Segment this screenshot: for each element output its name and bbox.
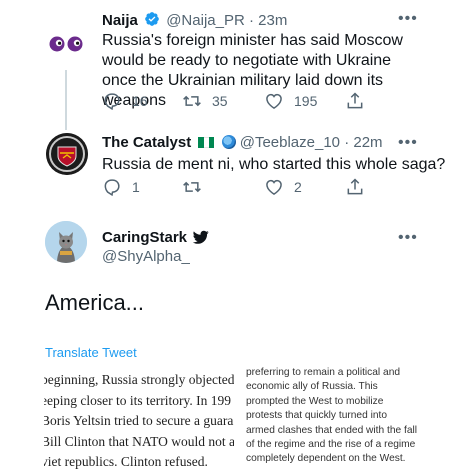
separator: · [248,12,254,29]
scan-line: prompted the West to mobilize [246,395,384,407]
timestamp[interactable]: 23m [258,12,287,29]
cat-avatar-icon [45,221,87,263]
handle[interactable]: @Teeblaze_10 [240,134,340,151]
avatar-the-catalyst[interactable] [46,133,88,175]
retweet-icon [183,95,201,107]
scan-line: preferring to remain a political and [246,367,401,378]
scan-line: Bill Clinton that NATO would not ad [44,433,234,449]
globe-icon [221,135,236,149]
avatar-caringstark[interactable] [45,221,87,263]
club-crest-icon [46,133,88,175]
share-icon [347,92,363,109]
handle[interactable]: @Naija_PR [166,12,245,29]
reply-count: 16 [132,93,148,109]
like-count: 2 [294,179,302,195]
like-button[interactable]: 2 [264,176,302,198]
display-name[interactable]: The Catalyst [102,134,191,151]
tweet-handle-row: @ShyAlpha_ [102,248,190,266]
more-options-icon[interactable]: ••• [398,135,418,151]
scan-line: economic ally of Russia. This [246,381,378,393]
tweet-actions: 1 2 [102,176,372,198]
tweet-header: CaringStark [102,229,211,247]
retweet-button[interactable]: 35 [182,90,228,112]
thread-line [65,70,67,130]
more-options-icon[interactable]: ••• [398,11,418,27]
avatar-naija[interactable] [46,24,86,64]
heart-icon [266,179,282,195]
scan-line: beginning, Russia strongly objected [44,372,234,387]
reply-icon [104,93,120,111]
scan-line: completely dependent on the West. [246,453,406,465]
display-name[interactable]: Naija [102,12,138,29]
retweet-button[interactable] [182,176,202,198]
retweet-count: 35 [212,93,228,109]
like-button[interactable]: 195 [264,90,317,112]
reply-button[interactable]: 1 [102,176,140,198]
googly-eyes-icon [49,36,83,52]
display-name[interactable]: CaringStark [102,229,187,246]
more-options-icon[interactable]: ••• [398,230,418,246]
reply-button[interactable]: 16 [102,90,148,112]
translate-tweet-link[interactable]: Translate Tweet [45,345,137,360]
reply-icon [104,179,120,197]
handle[interactable]: @ShyAlpha_ [102,248,190,265]
scan-line: of the regime and the rise of a regime [246,439,416,451]
scan-line: armed clashes that ended with the fall [246,424,418,436]
heart-icon [266,93,282,109]
like-count: 195 [294,93,318,109]
scan-line: protests that quickly turned into [246,410,388,422]
share-icon [347,178,363,195]
scan-line: Boris Yeltsin tried to secure a guara [44,413,234,428]
scanned-text-right-column: preferring to remain a political and eco… [246,366,456,467]
share-button[interactable] [345,90,365,112]
tweet-actions: 16 35 195 [102,90,372,112]
twitter-bird-icon [193,230,209,244]
tweet-the-catalyst[interactable]: The Catalyst @Teeblaze_10 · 22m ••• Russ… [0,125,474,215]
reply-count: 1 [132,179,140,195]
share-button[interactable] [345,176,365,198]
scan-line: viet republics. Clinton refused. [44,454,208,469]
separator: · [344,134,350,151]
tweet-header: Naija @Naija_PR · 23m [102,11,287,30]
tweet-header: The Catalyst @Teeblaze_10 · 22m [102,134,383,152]
scan-line: eeping closer to its territory. In 199 [44,392,231,408]
retweet-icon [183,181,201,193]
scanned-text-left-column: beginning, Russia strongly objected eepi… [44,370,234,474]
tweet-naija[interactable]: Naija @Naija_PR · 23m ••• Russia's forei… [0,0,474,130]
tweet-text: America... [45,290,145,315]
tweet-text: Russia de ment ni, who started this whol… [102,156,446,173]
verified-badge-icon [145,12,159,26]
timestamp[interactable]: 22m [353,134,382,151]
nigeria-flag-icon [198,135,215,148]
